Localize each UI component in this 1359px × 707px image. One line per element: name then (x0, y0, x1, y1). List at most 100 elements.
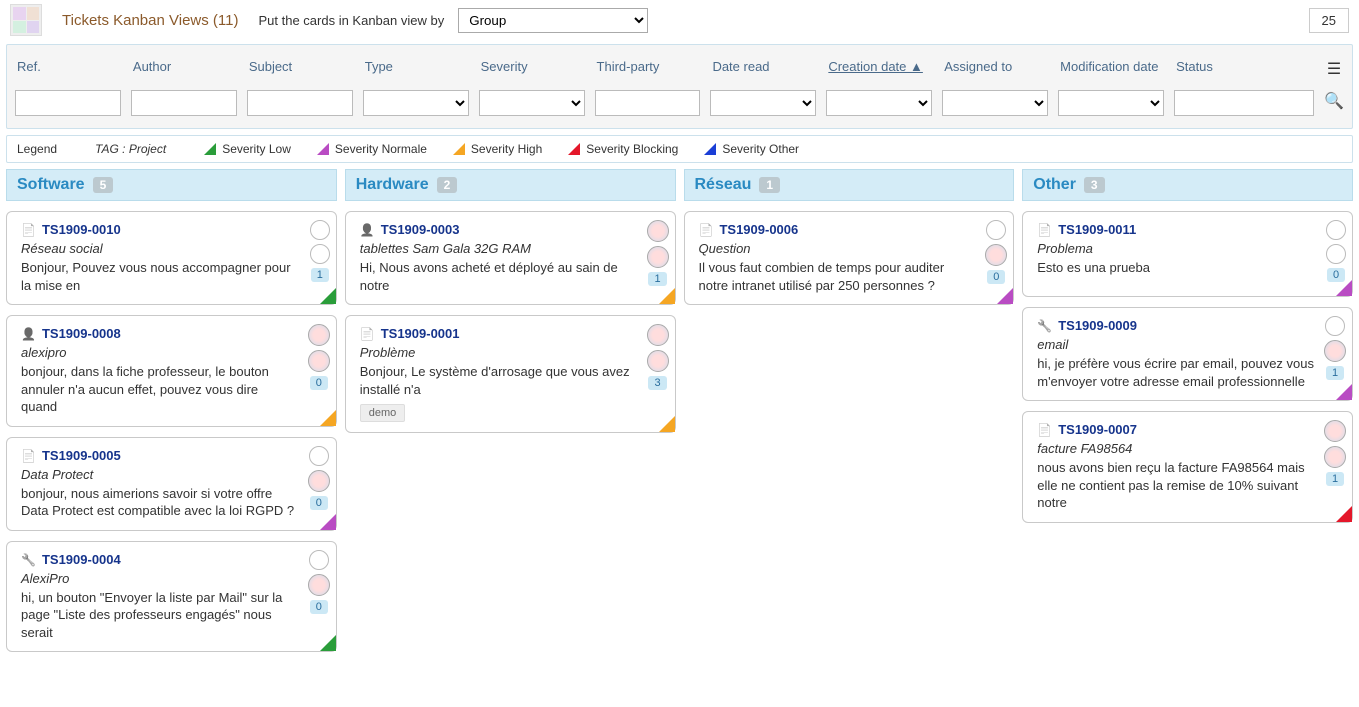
user-icon (360, 222, 375, 237)
column-header[interactable]: Other3 (1022, 169, 1353, 201)
comment-count-badge: 1 (311, 268, 329, 282)
ticket-card[interactable]: TS1909-0004AlexiProhi, un bouton "Envoye… (6, 541, 337, 653)
kanban-column: Réseau1 TS1909-0006QuestionIl vous faut c… (684, 169, 1015, 305)
legend-label: Legend (17, 142, 57, 156)
card-side: 0 (985, 220, 1007, 284)
column-header[interactable]: Hardware2 (345, 169, 676, 201)
ticket-card[interactable]: TS1909-0003tablettes Sam Gala 32G RAMHi,… (345, 211, 676, 305)
filter-input[interactable] (247, 90, 353, 116)
card-subject: email (1037, 337, 1314, 352)
search-icon[interactable]: 🔍 (1324, 91, 1344, 111)
legend-item-label: Severity Normale (335, 142, 427, 156)
filter-header[interactable]: Creation date ▲ (826, 53, 932, 80)
legend-item: Severity High (453, 142, 542, 156)
severity-triangle-icon (704, 143, 716, 155)
doc-icon (699, 222, 714, 237)
filter-header[interactable]: Assigned to (942, 53, 1048, 80)
filter-header[interactable]: Subject (247, 53, 353, 80)
severity-indicator-icon (659, 416, 675, 432)
user-icon (21, 326, 36, 341)
severity-triangle-icon (568, 143, 580, 155)
card-body: nous avons bien reçu la facture FA98564 … (1037, 459, 1314, 512)
kanban-column: Software 5 TS1909-0010 Réseau social Bonjour… (6, 169, 337, 652)
card-ref: TS1909-0010 (42, 222, 121, 237)
filter-input[interactable] (942, 90, 1048, 116)
filter-input[interactable] (15, 90, 121, 116)
filter-header[interactable]: Author (131, 53, 237, 80)
doc-icon (21, 448, 36, 463)
column-count: 5 (93, 177, 114, 193)
card-ref-row: TS1909-0001 (360, 326, 637, 341)
filter-header[interactable]: Status (1174, 53, 1314, 80)
status-circle (986, 220, 1006, 240)
card-ref-row: TS1909-0004 (21, 552, 298, 567)
filter-header[interactable]: Ref. (15, 53, 121, 80)
ticket-card[interactable]: TS1909-0005Data Protectbonjour, nous aim… (6, 437, 337, 531)
filter-input[interactable] (1174, 90, 1314, 116)
filter-col: Creation date ▲ (826, 53, 932, 116)
severity-indicator-icon (320, 635, 336, 651)
severity-triangle-icon (204, 143, 216, 155)
card-body: hi, je préfère vous écrire par email, po… (1037, 355, 1314, 390)
card-body: Hi, Nous avons acheté et déployé au sain… (360, 259, 637, 294)
filter-input[interactable] (595, 90, 701, 116)
card-side: 0 (1326, 220, 1346, 282)
column-header[interactable]: Software 5 (6, 169, 337, 201)
filter-input[interactable] (479, 90, 585, 116)
avatar (308, 470, 330, 492)
avatar (1324, 340, 1346, 362)
filter-header[interactable]: Modification date (1058, 53, 1164, 80)
ticket-card[interactable]: TS1909-0011ProblemaEsto es una prueba0 (1022, 211, 1353, 297)
card-tag[interactable]: demo (360, 404, 406, 422)
ticket-card[interactable]: TS1909-0010 Réseau social Bonjour, Pouvez … (6, 211, 337, 305)
comment-count-badge: 1 (648, 272, 666, 286)
filter-input[interactable] (710, 90, 816, 116)
card-subject: Réseau social (21, 241, 298, 256)
card-body: bonjour, nous aimerions savoir si votre … (21, 485, 298, 520)
severity-indicator-icon (1336, 280, 1352, 296)
filter-input[interactable] (363, 90, 469, 116)
filter-header[interactable]: Date read (710, 53, 816, 80)
doc-icon (1037, 222, 1052, 237)
severity-indicator-icon (320, 514, 336, 530)
severity-indicator-icon (1336, 384, 1352, 400)
ticket-card[interactable]: TS1909-0008alexiprobonjour, dans la fich… (6, 315, 337, 427)
group-by-label: Put the cards in Kanban view by (258, 13, 444, 28)
column-body: TS1909-0011ProblemaEsto es una prueba0TS… (1022, 201, 1353, 523)
list-icon[interactable]: ☰ (1327, 59, 1341, 79)
filter-header[interactable]: Severity (479, 53, 585, 80)
column-title: Software (17, 176, 85, 194)
ticket-card[interactable]: TS1909-0009emailhi, je préfère vous écri… (1022, 307, 1353, 401)
filter-header[interactable]: Third-party (595, 53, 701, 80)
filter-input[interactable] (1058, 90, 1164, 116)
card-subject: Data Protect (21, 467, 298, 482)
card-subject: tablettes Sam Gala 32G RAM (360, 241, 637, 256)
filter-col: Subject (247, 53, 353, 116)
legend-tag: TAG : Project (95, 142, 166, 156)
ticket-card[interactable]: TS1909-0001ProblèmeBonjour, Le système d… (345, 315, 676, 433)
card-body: Il vous faut combien de temps pour audit… (699, 259, 976, 294)
column-title: Hardware (356, 176, 429, 194)
severity-indicator-icon (320, 410, 336, 426)
filter-header[interactable]: Type (363, 53, 469, 80)
page-title: Tickets Kanban Views (11) (62, 12, 238, 29)
card-ref: TS1909-0004 (42, 552, 121, 567)
card-ref: TS1909-0008 (42, 326, 121, 341)
page-size[interactable]: 25 (1309, 8, 1349, 33)
doc-icon (21, 222, 36, 237)
filter-input[interactable] (826, 90, 932, 116)
column-header[interactable]: Réseau1 (684, 169, 1015, 201)
group-by-select[interactable]: Group (458, 8, 648, 33)
status-circle (309, 446, 329, 466)
filter-col: Modification date (1058, 53, 1164, 116)
filter-input[interactable] (131, 90, 237, 116)
ticket-card[interactable]: TS1909-0006QuestionIl vous faut combien … (684, 211, 1015, 305)
card-body: Bonjour, Pouvez vous nous accompagner po… (21, 259, 298, 294)
card-ref: TS1909-0011 (1058, 222, 1136, 237)
column-count: 1 (759, 177, 780, 193)
filter-col: Ref. (15, 53, 121, 116)
column-body: TS1909-0010 Réseau social Bonjour, Pouvez … (6, 201, 337, 652)
ticket-card[interactable]: TS1909-0007facture FA98564nous avons bie… (1022, 411, 1353, 523)
kanban-column: Hardware2 TS1909-0003tablettes Sam Gala 3… (345, 169, 676, 433)
wrench-icon (21, 552, 36, 567)
